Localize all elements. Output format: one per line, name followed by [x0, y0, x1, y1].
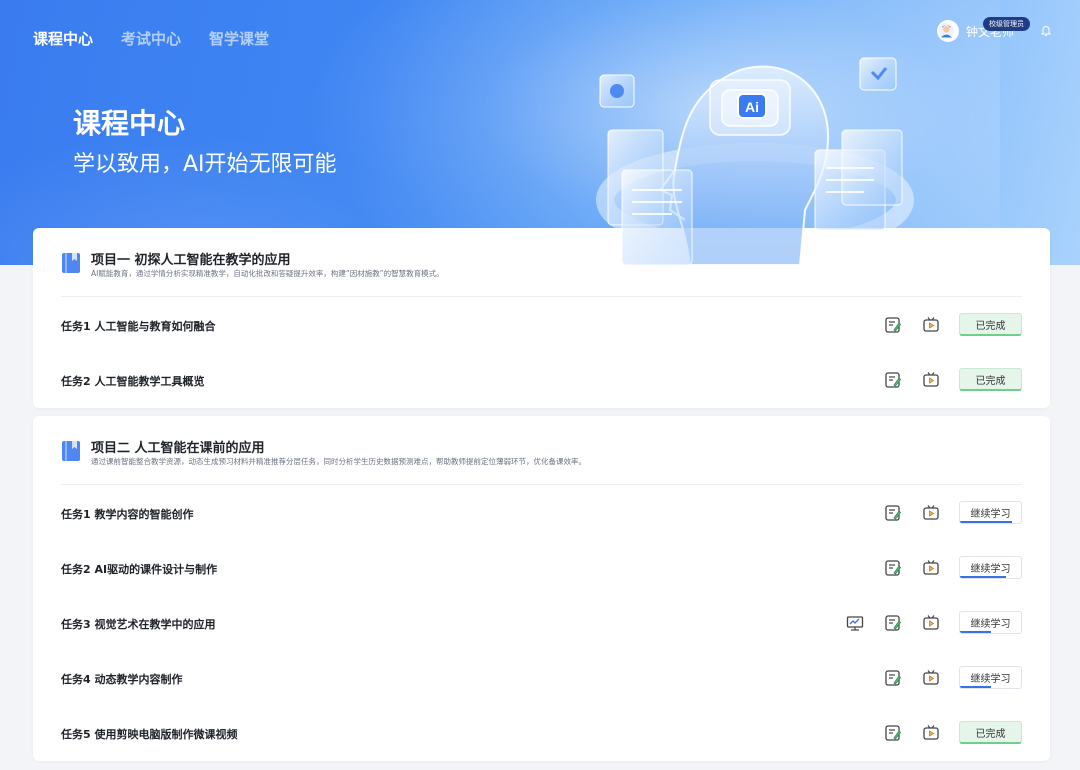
project-description: 通过课前智能整合教学资源，动态生成预习材料并精准推荐分层任务，同时分析学生历史数…: [91, 457, 586, 466]
video-icon[interactable]: [922, 614, 940, 632]
video-icon[interactable]: [922, 724, 940, 742]
task-row: 任务1 教学内容的智能创作 继续学习: [33, 498, 1050, 528]
nav-exam-center[interactable]: 考试中心: [121, 28, 181, 49]
user-menu[interactable]: 校级管理员 钟文老师: [936, 17, 1052, 42]
task-row: 任务4 动态教学内容制作 继续学习: [33, 663, 1050, 693]
continue-learning-button[interactable]: 继续学习: [959, 666, 1022, 689]
project-card: 项目二 人工智能在课前的应用 通过课前智能整合教学资源，动态生成预习材料并精准推…: [33, 416, 1050, 761]
video-icon[interactable]: [922, 669, 940, 687]
video-icon[interactable]: [922, 371, 940, 389]
task-row: 任务2 AI驱动的课件设计与制作 继续学习: [33, 553, 1050, 583]
video-icon[interactable]: [922, 559, 940, 577]
progress-bar: [960, 686, 991, 688]
divider: [61, 484, 1022, 485]
hero-banner: Ai 课程中心 考试中心 智学课堂 校级管理员 钟文老师 课程中心 学以致用，A…: [0, 0, 1080, 265]
ai-head-illustration: Ai: [596, 57, 914, 265]
book-icon: [62, 441, 80, 461]
notes-icon[interactable]: [884, 669, 902, 687]
task-name[interactable]: 任务4 动态教学内容制作: [61, 671, 182, 687]
video-icon[interactable]: [922, 316, 940, 334]
notes-icon[interactable]: [884, 316, 902, 334]
page-subtitle: 学以致用，AI开始无限可能: [73, 152, 337, 177]
task-row: 任务1 人工智能与教育如何融合 已完成: [33, 310, 1050, 340]
task-name[interactable]: 任务1 人工智能与教育如何融合: [61, 318, 215, 334]
nav-smart-classroom[interactable]: 智学课堂: [209, 28, 269, 49]
project-title: 项目一 初探人工智能在教学的应用: [91, 253, 291, 268]
task-name[interactable]: 任务2 AI驱动的课件设计与制作: [61, 561, 217, 577]
notes-icon[interactable]: [884, 614, 902, 632]
button-label: 继续学习: [970, 564, 1011, 575]
nav-course-center[interactable]: 课程中心: [33, 28, 93, 49]
progress-bar: [960, 521, 1012, 523]
notes-icon[interactable]: [884, 371, 902, 389]
continue-learning-button[interactable]: 继续学习: [959, 611, 1022, 634]
continue-learning-button[interactable]: 继续学习: [959, 556, 1022, 579]
avatar[interactable]: [936, 20, 959, 42]
project-title: 项目二 人工智能在课前的应用: [91, 441, 265, 456]
completed-button[interactable]: 已完成: [959, 313, 1022, 336]
bell-icon[interactable]: [1040, 25, 1052, 37]
progress-bar: [960, 631, 991, 633]
continue-learning-button[interactable]: 继续学习: [959, 501, 1022, 524]
task-name[interactable]: 任务1 教学内容的智能创作: [61, 506, 193, 522]
video-icon[interactable]: [922, 504, 940, 522]
completed-button[interactable]: 已完成: [959, 721, 1022, 744]
notes-icon[interactable]: [884, 504, 902, 522]
notes-icon[interactable]: [884, 559, 902, 577]
task-row: 任务3 视觉艺术在教学中的应用 继续学习: [33, 608, 1050, 638]
role-badge: 校级管理员: [983, 17, 1030, 31]
progress-bar: [960, 576, 1006, 578]
top-nav: 课程中心 考试中心 智学课堂: [33, 28, 269, 49]
book-icon: [62, 253, 80, 273]
page-title: 课程中心: [73, 107, 186, 140]
button-label: 继续学习: [970, 509, 1011, 520]
svg-text:Ai: Ai: [745, 99, 759, 115]
completed-button[interactable]: 已完成: [959, 368, 1022, 391]
task-row: 任务5 使用剪映电脑版制作微课视频 已完成: [33, 718, 1050, 748]
divider: [61, 296, 1022, 297]
task-name[interactable]: 任务3 视觉艺术在教学中的应用: [61, 616, 215, 632]
button-label: 继续学习: [970, 619, 1011, 630]
task-row: 任务2 人工智能教学工具概览 已完成: [33, 365, 1050, 395]
project-description: AI赋能教育，通过学情分析实现精准教学，自动化批改和答疑提升效率，构建“因材施教…: [91, 269, 444, 278]
task-name[interactable]: 任务2 人工智能教学工具概览: [61, 373, 204, 389]
task-name[interactable]: 任务5 使用剪映电脑版制作微课视频: [61, 726, 237, 742]
notes-icon[interactable]: [884, 724, 902, 742]
presentation-icon[interactable]: [846, 614, 864, 632]
button-label: 继续学习: [970, 674, 1011, 685]
